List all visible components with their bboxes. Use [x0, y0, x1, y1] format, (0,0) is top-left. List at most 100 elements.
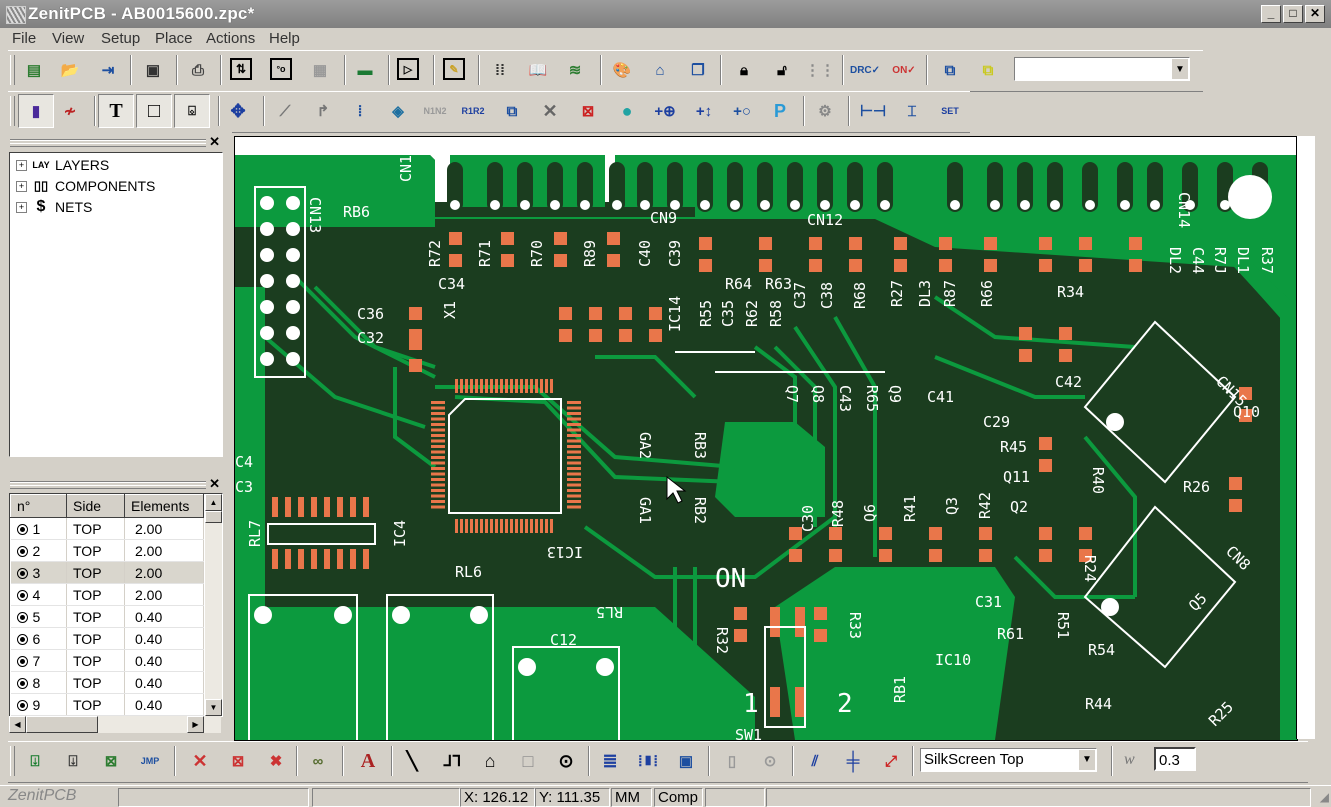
- expand-icon[interactable]: +: [16, 180, 27, 192]
- layer-row[interactable]: 5 TOP 0.40: [10, 605, 204, 628]
- rectangle-icon[interactable]: □: [516, 749, 540, 773]
- layer-number-cell[interactable]: 3: [10, 561, 67, 584]
- cross-probe-icon[interactable]: ╪: [841, 749, 865, 773]
- layer-row[interactable]: 1 TOP 2.00: [10, 517, 204, 540]
- pad-shape-icon[interactable]: ⌺: [174, 94, 210, 128]
- layer-row[interactable]: 8 TOP 0.40: [10, 671, 204, 694]
- group-icon[interactable]: ⚙: [813, 99, 837, 123]
- chevron-down-icon[interactable]: ▼: [1079, 750, 1095, 770]
- circle-icon[interactable]: ⊙: [554, 749, 578, 773]
- lock-icon[interactable]: 🔒︎: [732, 58, 756, 82]
- radio-selected-icon[interactable]: [16, 699, 28, 711]
- menu-setup[interactable]: Setup: [101, 30, 140, 47]
- component-dropdown[interactable]: ▼: [1014, 57, 1190, 81]
- footprint-icon[interactable]: °o: [270, 58, 292, 80]
- edit-note-icon[interactable]: ✎: [443, 58, 465, 80]
- column-header-side[interactable]: Side: [66, 494, 125, 518]
- tree-item-layers[interactable]: + LAY LAYERS: [16, 155, 109, 175]
- scroll-left-icon[interactable]: ◀: [9, 716, 26, 733]
- tree-item-components[interactable]: + ▯▯ COMPONENTS: [16, 176, 155, 196]
- minimize-button[interactable]: _: [1261, 5, 1281, 23]
- column-header-elements[interactable]: Elements: [124, 494, 204, 518]
- layer-number-cell[interactable]: 9: [10, 693, 67, 716]
- layer-number-cell[interactable]: 8: [10, 671, 67, 694]
- delete-tracks-icon[interactable]: ⊠: [99, 749, 123, 773]
- measure-horizontal-icon[interactable]: ⊢⊣: [860, 99, 886, 123]
- layer-number-cell[interactable]: 2: [10, 539, 67, 562]
- menu-view[interactable]: View: [52, 30, 84, 47]
- add-pad-vertical-icon[interactable]: +↕: [692, 99, 716, 123]
- panel-grip[interactable]: [10, 481, 206, 489]
- menu-actions[interactable]: Actions: [206, 30, 255, 47]
- grid-table-icon[interactable]: ▦: [308, 58, 332, 82]
- maximize-button[interactable]: □: [1283, 5, 1303, 23]
- tree-item-nets[interactable]: + $ NETS: [16, 197, 92, 217]
- color-palette-icon[interactable]: 🎨: [610, 58, 634, 82]
- track-mode-icon[interactable]: ≁: [58, 99, 82, 123]
- renumber-icon[interactable]: R1R2: [461, 99, 485, 123]
- add-pad-cross-icon[interactable]: +⊕: [653, 99, 677, 123]
- expand-icon[interactable]: +: [16, 201, 27, 213]
- pad-row-icon[interactable]: ≣: [598, 749, 622, 773]
- layer-stack-icon[interactable]: ≋: [563, 58, 587, 82]
- text-tool-icon[interactable]: T: [98, 94, 134, 128]
- polyline-icon[interactable]: ᒧᒣ: [440, 749, 464, 773]
- dot-grid-icon[interactable]: ⁞⁞: [488, 58, 512, 82]
- line-icon[interactable]: ⟋: [273, 99, 297, 123]
- scroll-right-icon[interactable]: ▶: [187, 716, 204, 733]
- move-icon[interactable]: ✥: [226, 99, 250, 123]
- text-a-icon[interactable]: A: [356, 749, 380, 773]
- polygon-icon[interactable]: ⌂: [478, 749, 502, 773]
- new-file-icon[interactable]: ▤: [22, 58, 46, 82]
- layer-row[interactable]: 2 TOP 2.00: [10, 539, 204, 562]
- layer-number-cell[interactable]: 7: [10, 649, 67, 672]
- radio-selected-icon[interactable]: [16, 567, 28, 579]
- pcb-board-icon[interactable]: ▬: [353, 58, 377, 82]
- radio-selected-icon[interactable]: [16, 589, 28, 601]
- print-icon[interactable]: ⎙: [186, 58, 210, 82]
- align-icon[interactable]: ⋮⋮: [805, 58, 835, 82]
- image-icon[interactable]: ▣: [674, 749, 698, 773]
- unlock-icon[interactable]: 🔓︎: [770, 58, 794, 82]
- switch-icon[interactable]: ▯: [720, 749, 744, 773]
- layer-number-cell[interactable]: 1: [10, 517, 67, 540]
- layer-row[interactable]: 3 TOP 2.00: [10, 561, 204, 584]
- radio-selected-icon[interactable]: [16, 611, 28, 623]
- horizontal-scrollbar[interactable]: ◀ ▶: [9, 716, 221, 733]
- layer-number-cell[interactable]: 6: [10, 627, 67, 650]
- radio-selected-icon[interactable]: [16, 633, 28, 645]
- resize-grip-icon[interactable]: ◢: [1320, 790, 1329, 804]
- place-pad-top-icon[interactable]: ⍗: [23, 749, 47, 773]
- panel-grip[interactable]: [10, 139, 206, 147]
- pcb-drawing[interactable]: CN13 RB6 CN10 R72 C34 R71 R70 R89 C40 C39 CN9 CN12 R…: [235, 137, 1297, 740]
- radio-selected-icon[interactable]: [16, 545, 28, 557]
- via-icon[interactable]: ⊙: [758, 749, 782, 773]
- menu-place[interactable]: Place: [155, 30, 193, 47]
- delete-component-red-icon[interactable]: ✖: [264, 749, 288, 773]
- copper-pour-icon[interactable]: ◈: [386, 99, 410, 123]
- view-3d-icon[interactable]: ∞: [306, 749, 330, 773]
- library-book-icon[interactable]: 📖: [526, 58, 550, 82]
- components-group-icon[interactable]: ⧉: [938, 58, 962, 82]
- layer-number-cell[interactable]: 4: [10, 583, 67, 606]
- measure-icon[interactable]: ⤢: [879, 749, 903, 773]
- polygon-p-icon[interactable]: P: [768, 99, 792, 123]
- scroll-thumb[interactable]: [26, 716, 98, 733]
- close-icon[interactable]: ✕: [209, 134, 220, 150]
- online-drc-icon[interactable]: ON✓: [892, 58, 916, 82]
- schematic-symbol-icon[interactable]: ▷: [397, 58, 419, 80]
- layer-row[interactable]: 4 TOP 2.00: [10, 583, 204, 606]
- layer-row[interactable]: 7 TOP 0.40: [10, 649, 204, 672]
- expand-icon[interactable]: +: [16, 159, 27, 171]
- measure-vertical-icon[interactable]: ⌶: [900, 99, 924, 123]
- add-pad-ring-icon[interactable]: +○: [730, 99, 754, 123]
- radio-selected-icon[interactable]: [16, 523, 28, 535]
- place-pad-bottom-icon[interactable]: ⍗: [61, 749, 85, 773]
- components-highlight-icon[interactable]: ⧉: [976, 58, 1000, 82]
- close-button[interactable]: ✕: [1305, 5, 1325, 23]
- scroll-thumb[interactable]: [205, 511, 222, 523]
- radio-selected-icon[interactable]: [16, 677, 28, 689]
- chevron-down-icon[interactable]: ▼: [1172, 59, 1188, 79]
- drc-check-icon[interactable]: DRC✓: [850, 58, 880, 82]
- component-swap-icon[interactable]: ⧉: [500, 99, 524, 123]
